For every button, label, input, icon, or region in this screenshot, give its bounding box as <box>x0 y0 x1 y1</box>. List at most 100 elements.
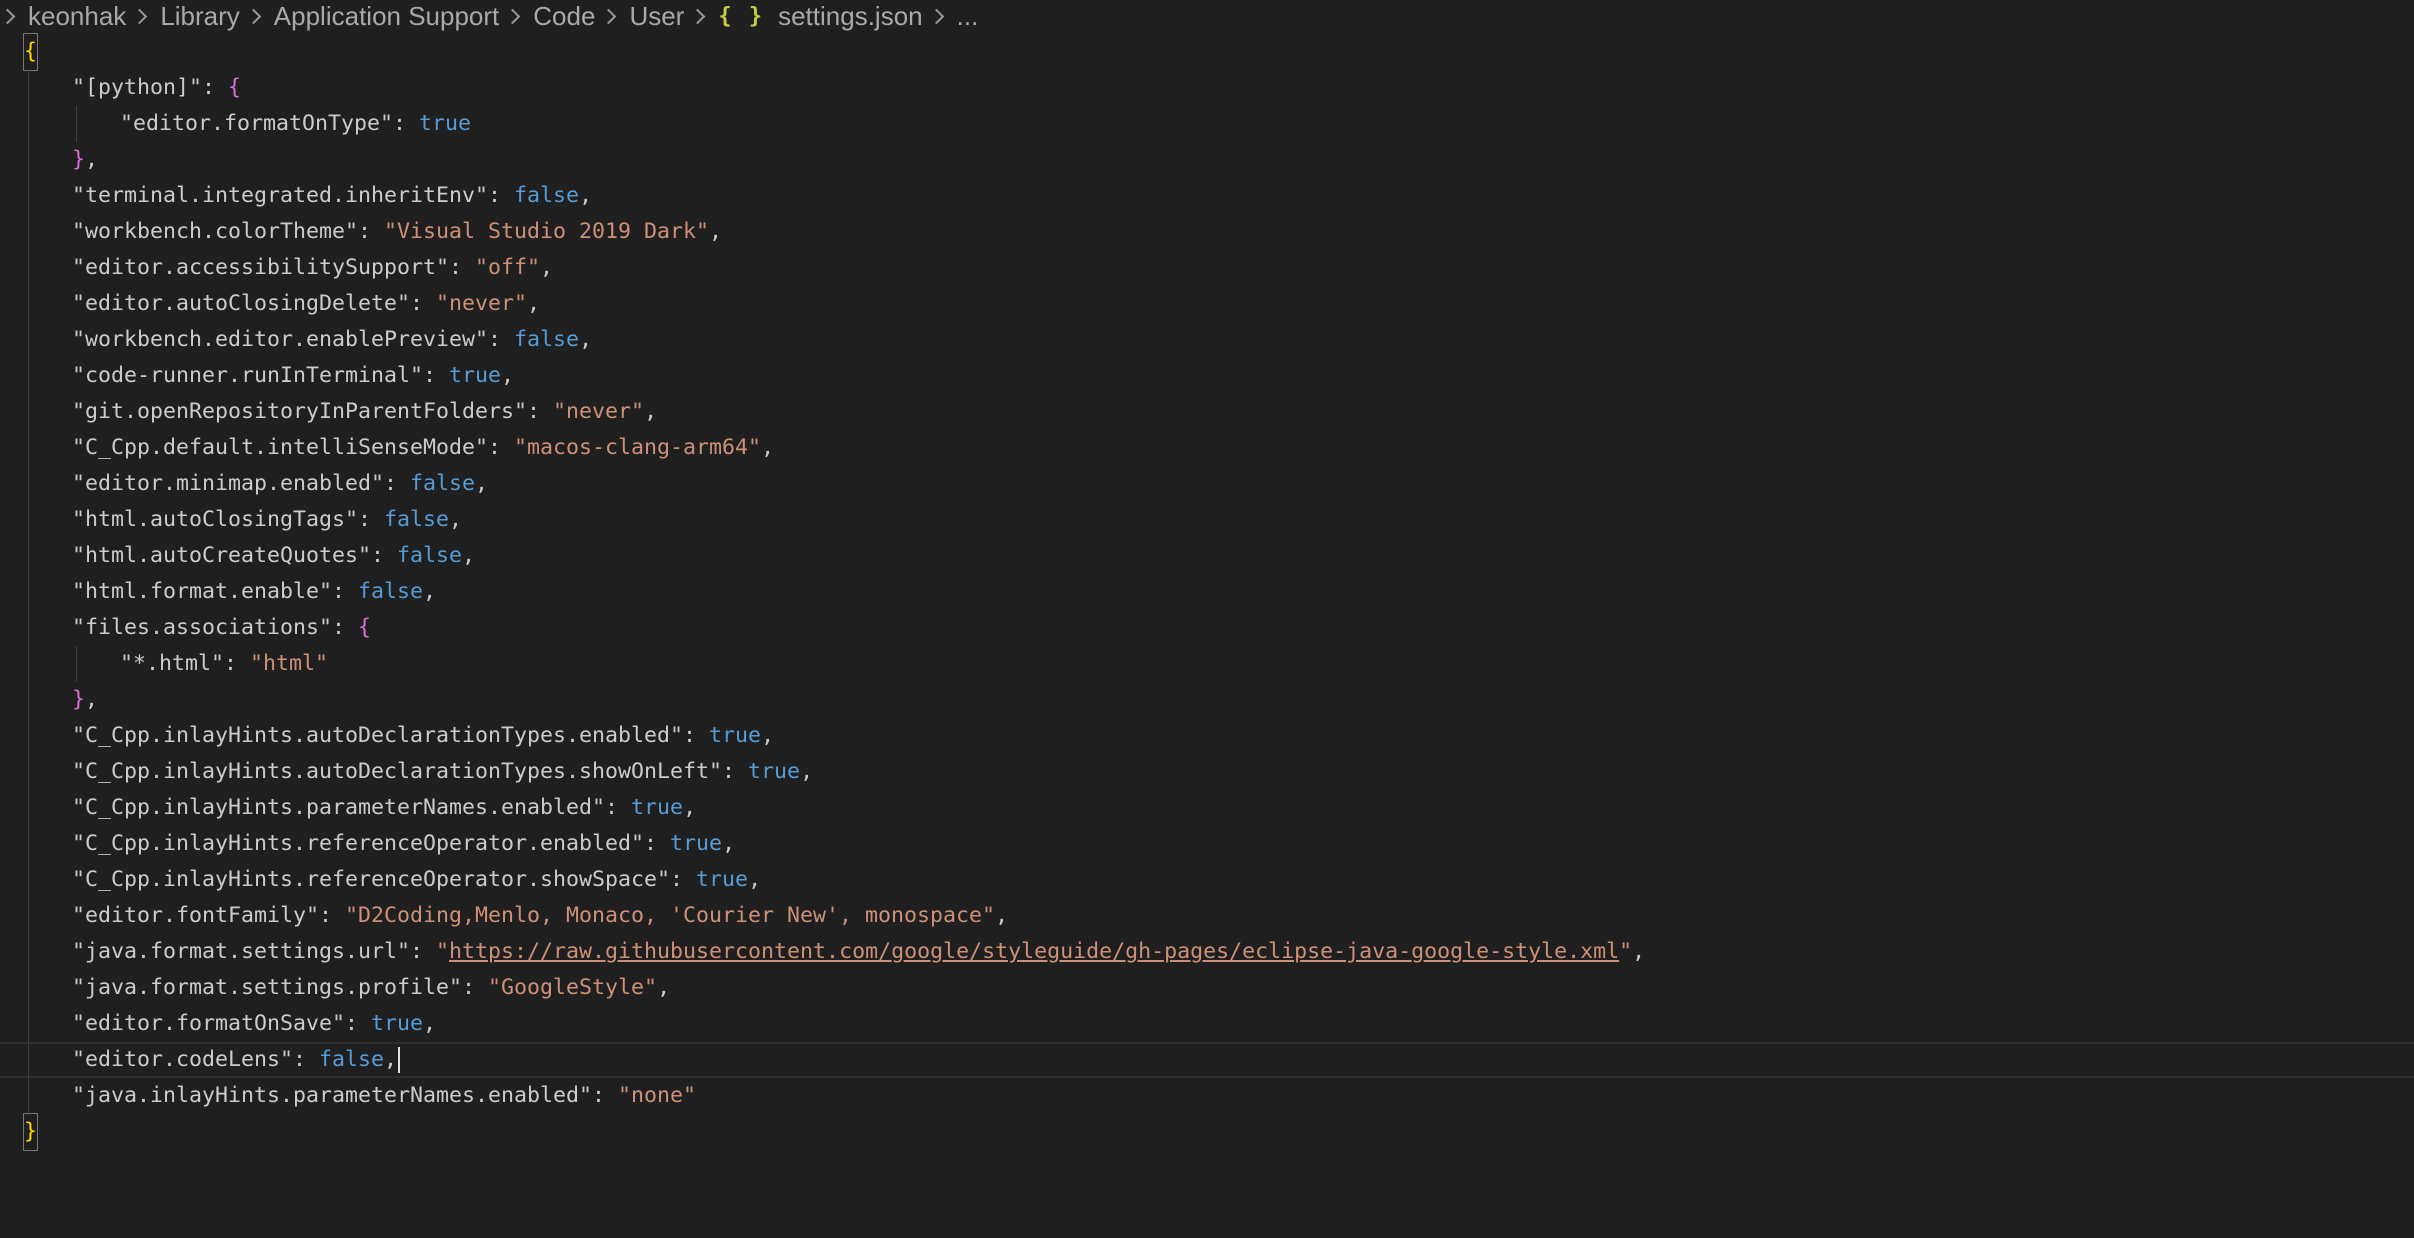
code-text: "html.format.enable": false, <box>72 574 436 610</box>
code-editor[interactable]: { "[python]": {"editor.formatOnType": tr… <box>0 33 2414 1238</box>
json-key: "editor.codeLens" <box>72 1047 294 1072</box>
code-line[interactable]: "C_Cpp.inlayHints.referenceOperator.show… <box>0 862 2414 898</box>
code-text: "files.associations": { <box>72 610 371 646</box>
json-string-value: "D2Coding,Menlo, Monaco, 'Courier New', … <box>345 903 996 928</box>
json-colon: : <box>224 651 251 676</box>
code-text: "C_Cpp.default.intelliSenseMode": "macos… <box>72 430 774 466</box>
code-line[interactable]: "C_Cpp.inlayHints.referenceOperator.enab… <box>0 826 2414 862</box>
code-line[interactable]: "html.autoClosingTags": false, <box>0 502 2414 538</box>
code-text: "editor.codeLens": false, <box>72 1044 401 1076</box>
json-string-value: "macos-clang-arm64" <box>514 435 762 460</box>
code-line[interactable]: "java.format.settings.profile": "GoogleS… <box>0 970 2414 1006</box>
indent-guide <box>76 106 77 142</box>
json-comma: , <box>475 471 489 496</box>
json-key: "java.format.settings.url" <box>72 939 411 964</box>
json-colon: : <box>605 795 632 820</box>
code-line[interactable]: "editor.formatOnType": true <box>0 106 2414 142</box>
json-string-value: "never" <box>436 291 528 316</box>
json-key: "[python]" <box>72 75 203 100</box>
indent-guide <box>28 934 29 970</box>
json-key: "java.inlayHints.parameterNames.enabled" <box>72 1083 593 1108</box>
json-boolean-value: false <box>514 183 580 208</box>
indent-guide <box>28 214 29 250</box>
code-text: "html.autoCreateQuotes": false, <box>72 538 475 574</box>
breadcrumb-item-code[interactable]: Code <box>533 1 595 32</box>
code-line[interactable]: "editor.minimap.enabled": false, <box>0 466 2414 502</box>
json-quote: " <box>436 939 450 964</box>
close-brace: } <box>72 687 86 712</box>
indent-guide <box>28 970 29 1006</box>
indent-guide <box>28 502 29 538</box>
code-line[interactable]: "editor.autoClosingDelete": "never", <box>0 286 2414 322</box>
code-line[interactable]: "editor.codeLens": false, <box>0 1042 2414 1080</box>
json-comma: , <box>527 291 541 316</box>
breadcrumb-item-user[interactable]: User <box>629 1 684 32</box>
code-line[interactable]: "C_Cpp.default.intelliSenseMode": "macos… <box>0 430 2414 466</box>
json-key: "html.autoCreateQuotes" <box>72 543 372 568</box>
json-colon: : <box>488 327 515 352</box>
json-boolean-value: true <box>449 363 502 388</box>
code-line[interactable]: "editor.formatOnSave": true, <box>0 1006 2414 1042</box>
url-link[interactable]: https://raw.githubusercontent.com/google… <box>449 939 1619 964</box>
breadcrumb-item-keonhak[interactable]: keonhak <box>28 1 126 32</box>
code-line[interactable]: "editor.accessibilitySupport": "off", <box>0 250 2414 286</box>
json-comma: , <box>449 507 463 532</box>
code-line[interactable]: "git.openRepositoryInParentFolders": "ne… <box>0 394 2414 430</box>
breadcrumb-item-application-support[interactable]: Application Support <box>274 1 499 32</box>
json-colon: : <box>488 183 515 208</box>
code-line[interactable]: "workbench.editor.enablePreview": false, <box>0 322 2414 358</box>
code-line[interactable]: "code-runner.runInTerminal": true, <box>0 358 2414 394</box>
json-string-value: "html" <box>250 651 329 676</box>
code-line-open-brace[interactable]: { <box>0 33 2414 71</box>
json-key: "java.format.settings.profile" <box>72 975 463 1000</box>
code-line[interactable]: "terminal.integrated.inheritEnv": false, <box>0 178 2414 214</box>
code-line[interactable]: "*.html": "html" <box>0 646 2414 682</box>
json-boolean-value: true <box>419 111 472 136</box>
code-line[interactable]: "files.associations": { <box>0 610 2414 646</box>
json-colon: : <box>358 219 385 244</box>
json-key: "editor.accessibilitySupport" <box>72 255 450 280</box>
code-text: "java.format.settings.profile": "GoogleS… <box>72 970 670 1006</box>
json-key: "editor.minimap.enabled" <box>72 471 385 496</box>
json-key: "html.autoClosingTags" <box>72 507 359 532</box>
breadcrumb-item-library[interactable]: Library <box>160 1 239 32</box>
code-text: }, <box>72 682 98 718</box>
code-line[interactable]: "workbench.colorTheme": "Visual Studio 2… <box>0 214 2414 250</box>
json-boolean-value: false <box>319 1047 385 1072</box>
chevron-right-icon <box>603 9 617 23</box>
code-line[interactable]: "html.autoCreateQuotes": false, <box>0 538 2414 574</box>
code-line[interactable]: "C_Cpp.inlayHints.parameterNames.enabled… <box>0 790 2414 826</box>
indent-guide <box>28 466 29 502</box>
json-boolean-value: true <box>696 867 749 892</box>
breadcrumb-item-more[interactable]: ... <box>957 1 979 32</box>
code-line[interactable]: "java.format.settings.url": "https://raw… <box>0 934 2414 970</box>
json-colon: : <box>332 579 359 604</box>
json-colon: : <box>527 399 554 424</box>
code-line-close-brace[interactable]: } <box>0 1113 2414 1151</box>
code-text: "[python]": { <box>72 70 241 106</box>
json-comma: , <box>995 903 1009 928</box>
breadcrumb-item-settings-json[interactable]: settings.json <box>778 1 923 32</box>
open-brace: { <box>358 615 372 640</box>
code-line[interactable]: "[python]": { <box>0 70 2414 106</box>
json-colon: : <box>384 471 411 496</box>
code-line[interactable]: "C_Cpp.inlayHints.autoDeclarationTypes.e… <box>0 718 2414 754</box>
json-file-icon: { } <box>718 3 765 29</box>
code-line[interactable]: }, <box>0 142 2414 178</box>
code-line[interactable]: }, <box>0 682 2414 718</box>
json-comma: , <box>423 579 437 604</box>
code-line[interactable]: "C_Cpp.inlayHints.autoDeclarationTypes.s… <box>0 754 2414 790</box>
json-colon: : <box>410 939 437 964</box>
json-comma: , <box>579 327 593 352</box>
json-key: "C_Cpp.inlayHints.autoDeclarationTypes.s… <box>72 759 723 784</box>
indent-guide <box>28 358 29 394</box>
indent-guide <box>28 718 29 754</box>
code-line[interactable]: "java.inlayHints.parameterNames.enabled"… <box>0 1078 2414 1114</box>
code-line[interactable]: "html.format.enable": false, <box>0 574 2414 610</box>
code-text: "C_Cpp.inlayHints.referenceOperator.show… <box>72 862 761 898</box>
indent-guide <box>28 538 29 574</box>
indent-guide <box>28 574 29 610</box>
indent-guide <box>28 790 29 826</box>
json-string-value: "none" <box>618 1083 697 1108</box>
code-line[interactable]: "editor.fontFamily": "D2Coding,Menlo, Mo… <box>0 898 2414 934</box>
